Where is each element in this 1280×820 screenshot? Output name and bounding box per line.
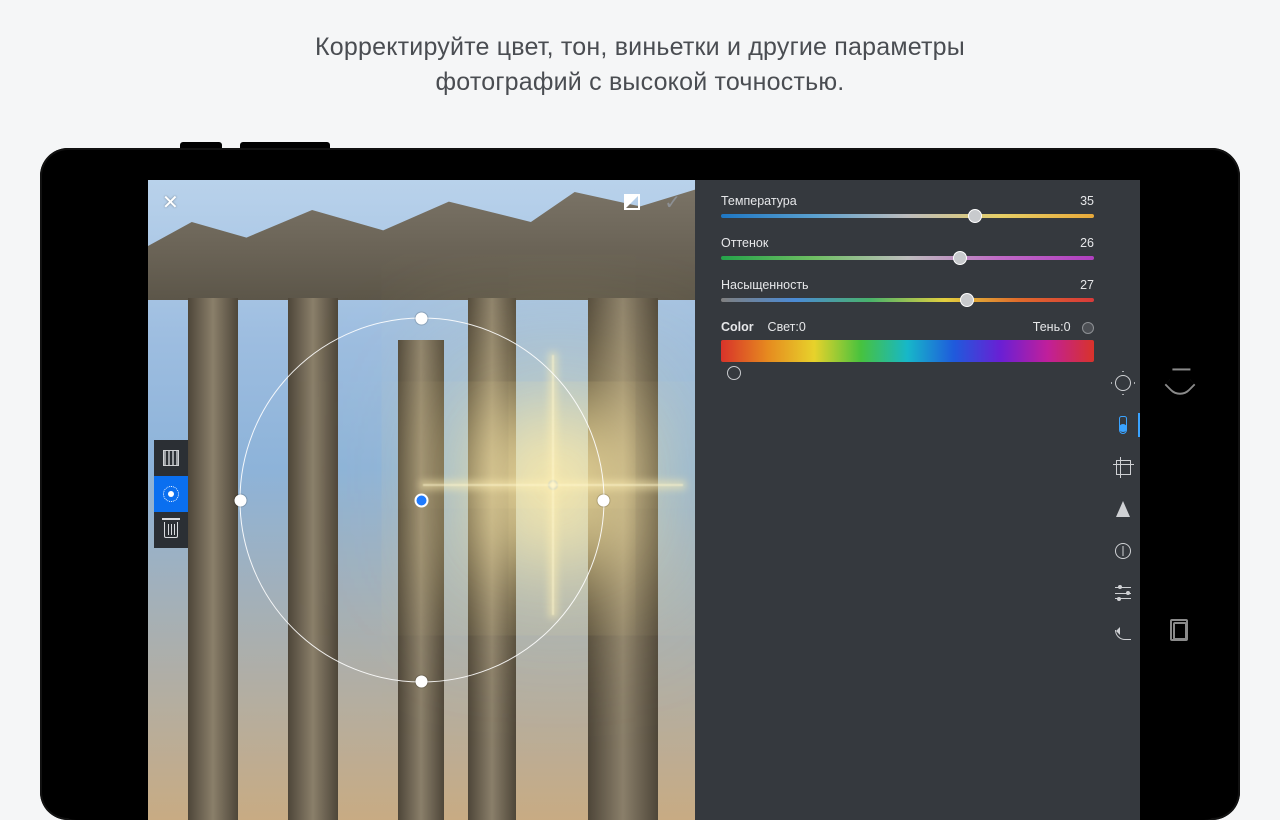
radial-mask-overlay[interactable] xyxy=(239,318,604,683)
mask-handle-right[interactable] xyxy=(597,494,609,506)
color-tab[interactable] xyxy=(1110,412,1136,438)
highlights-label: Свет: xyxy=(768,320,799,334)
saturation-thumb[interactable] xyxy=(960,293,974,307)
radial-icon xyxy=(163,486,179,502)
tint-thumb[interactable] xyxy=(953,251,967,265)
light-tab[interactable] xyxy=(1110,370,1136,396)
close-icon[interactable]: ✕ xyxy=(162,190,179,215)
split-tone-row: Color Свет:0 Тень:0 xyxy=(721,320,1094,334)
saturation-slider-row: Насыщенность 27 xyxy=(721,278,1094,302)
recent-apps-softkey-icon[interactable] xyxy=(1173,622,1187,640)
tablet-frame: ✕ ✓ xyxy=(40,148,1240,820)
app-screen: ✕ ✓ xyxy=(148,180,1140,820)
tablet-screen-bezel: ✕ ✓ xyxy=(58,164,1222,820)
android-softkeys xyxy=(1158,164,1202,820)
mask-toolbar xyxy=(154,440,188,548)
tablet-volume-button xyxy=(240,142,330,148)
hue-picker[interactable] xyxy=(721,366,1094,380)
photo-topbar: ✕ ✓ xyxy=(148,180,695,224)
mask-handle-left[interactable] xyxy=(234,494,246,506)
mask-handle-top[interactable] xyxy=(416,313,428,325)
undo-button[interactable] xyxy=(1110,622,1136,648)
photo-illustration xyxy=(588,298,658,820)
highlights-value: 0 xyxy=(799,320,806,334)
tint-slider-row: Оттенок 26 xyxy=(721,236,1094,260)
presets-tab[interactable] xyxy=(1110,580,1136,606)
temperature-slider[interactable] xyxy=(721,214,1094,218)
edit-category-strip xyxy=(1110,370,1136,648)
undo-icon xyxy=(1115,630,1131,640)
shadows-swatch[interactable] xyxy=(1082,322,1094,334)
gradient-icon xyxy=(163,450,179,466)
color-label: Color xyxy=(721,320,754,334)
shadows-value: 0 xyxy=(1064,320,1071,334)
mask-handle-bottom[interactable] xyxy=(416,676,428,688)
temperature-label: Температура xyxy=(721,194,797,208)
thermometer-icon xyxy=(1119,416,1127,434)
sliders-icon xyxy=(1115,587,1131,599)
temperature-thumb[interactable] xyxy=(968,209,982,223)
tint-slider[interactable] xyxy=(721,256,1094,260)
headline-line1: Корректируйте цвет, тон, виньетки и друг… xyxy=(315,33,965,61)
temperature-slider-row: Температура 35 xyxy=(721,194,1094,218)
saturation-value: 27 xyxy=(1080,278,1094,292)
headline-line2: фотографий с высокой точностью. xyxy=(436,68,845,96)
compare-icon[interactable] xyxy=(624,194,640,210)
crop-tab[interactable] xyxy=(1110,454,1136,480)
triangle-icon xyxy=(1116,501,1130,517)
radial-gradient-tool[interactable] xyxy=(154,476,188,512)
photo-illustration xyxy=(188,298,238,820)
saturation-label: Насыщенность xyxy=(721,278,809,292)
shadows-label: Тень: xyxy=(1033,320,1064,334)
confirm-icon[interactable]: ✓ xyxy=(664,190,681,215)
hue-spectrum[interactable] xyxy=(721,340,1094,362)
tint-value: 26 xyxy=(1080,236,1094,250)
lens-icon xyxy=(1115,543,1131,559)
trash-icon xyxy=(164,522,178,538)
photo-canvas[interactable]: ✕ ✓ xyxy=(148,180,695,820)
saturation-slider[interactable] xyxy=(721,298,1094,302)
detail-tab[interactable] xyxy=(1110,496,1136,522)
hue-thumb[interactable] xyxy=(727,366,741,380)
marketing-headline: Корректируйте цвет, тон, виньетки и друг… xyxy=(0,0,1280,99)
optics-tab[interactable] xyxy=(1110,538,1136,564)
mask-center-handle[interactable] xyxy=(415,493,429,507)
temperature-value: 35 xyxy=(1080,194,1094,208)
linear-gradient-tool[interactable] xyxy=(154,440,188,476)
sun-icon xyxy=(1115,375,1131,391)
crop-icon xyxy=(1116,460,1131,475)
back-softkey-icon[interactable] xyxy=(1164,369,1195,400)
tint-label: Оттенок xyxy=(721,236,768,250)
edit-panel: Температура 35 Оттенок 26 xyxy=(695,180,1140,820)
tablet-power-button xyxy=(180,142,222,148)
delete-mask-button[interactable] xyxy=(154,512,188,548)
